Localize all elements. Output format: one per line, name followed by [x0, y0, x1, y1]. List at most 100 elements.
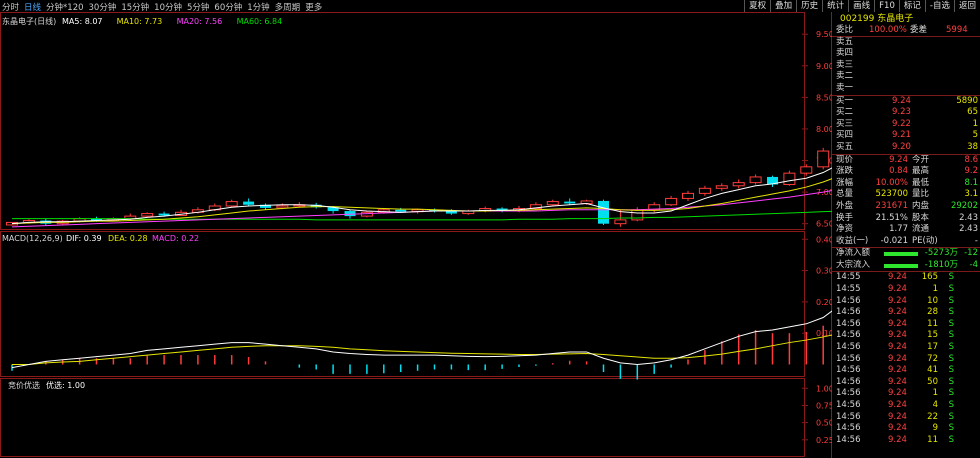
flow-bar — [884, 263, 918, 268]
stat-value: 8.1 — [964, 177, 978, 188]
trade-side: S — [948, 434, 954, 445]
stat-value: - — [974, 235, 978, 246]
trade-time: 14:56 — [836, 376, 861, 387]
stat-label: 净资 — [836, 224, 854, 235]
candle-body — [749, 176, 762, 184]
stat-row: 涨跌 0.84 最高 9.2 — [832, 166, 980, 178]
stat-label: 总量 — [836, 189, 854, 200]
trade-side: S — [948, 284, 954, 295]
trade-time: 14:56 — [836, 434, 861, 445]
flow-row: 净流入额 -5273万 -12 — [832, 248, 980, 260]
order-label: 卖一 — [836, 82, 854, 93]
candle-body — [682, 192, 694, 199]
trade-row: 14:56 9.24 9 S — [832, 423, 980, 435]
trade-price: 9.24 — [888, 411, 907, 422]
buy-order-row: 买一 9.24 5890 — [832, 96, 980, 108]
order-label: 买一 — [836, 95, 854, 106]
macd-lines — [11, 310, 832, 369]
candle-body — [698, 187, 711, 194]
trade-volume: 165 — [921, 272, 938, 283]
tool-button[interactable]: F10 — [874, 0, 899, 12]
trade-side: S — [948, 365, 954, 376]
order-diff-label: 委差 — [910, 25, 928, 35]
flow-label: 大宗流入 — [836, 259, 871, 270]
quote-stats: 现价 9.24 今开 8.6 涨跌 0.84 最高 9.2 涨幅 10.00% 最低 8.1 总量 523… — [832, 155, 980, 249]
trade-row: 14:56 9.24 22 S — [832, 412, 980, 424]
candle-body — [598, 200, 609, 224]
tool-button[interactable]: 返回 — [953, 0, 980, 12]
order-label: 卖三 — [836, 59, 854, 70]
order-price: 9.24 — [892, 95, 911, 106]
tool-button[interactable]: -自选 — [924, 0, 954, 12]
bid-tick-label: 1.00 — [816, 384, 832, 393]
order-diff-value: 5994 — [946, 25, 968, 35]
trade-row: 14:56 9.24 50 S — [832, 377, 980, 389]
ma-legend: MA10: 7.73 — [117, 17, 163, 26]
stat-row: 净资 1.77 流通 2.43 — [832, 224, 980, 236]
trade-price: 9.24 — [888, 342, 907, 353]
stat-value: 523700 — [875, 189, 908, 200]
order-volume: 38 — [967, 141, 978, 152]
dif-line — [11, 310, 832, 369]
candlestick-series — [6, 147, 830, 227]
trade-row: 14:55 9.24 165 S — [832, 272, 980, 284]
bid-title: 竞价优选 — [8, 380, 40, 390]
stat-label: 现价 — [836, 154, 854, 165]
candle-body — [614, 219, 627, 225]
stat-value: -0.021 — [880, 235, 908, 246]
flow-pct: -12 — [964, 248, 978, 259]
flow-pct: -4 — [969, 259, 978, 270]
stat-value: 9.24 — [889, 154, 908, 165]
chart-legends: 东晶电子(日线) MA5: 8.07 MA10: 7.73 MA20: 7.56 MA6… — [2, 16, 282, 390]
order-ratio-row: 委比 100.00% 委差 5994 — [832, 25, 980, 37]
trade-price: 9.24 — [888, 284, 907, 295]
bid-tick-label: 0.25 — [816, 436, 832, 445]
stat-label: 外盘 — [836, 200, 854, 211]
sell-order-row: 卖二 — [832, 71, 980, 83]
price-axis: 9.509.008.508.007.507.006.500.400.300.20… — [816, 30, 832, 445]
stat-row: 收益(一) -0.021 PE(动) - — [832, 236, 980, 248]
macd-tick-label: 0.30 — [816, 267, 832, 276]
price-tick-label: 8.00 — [816, 125, 832, 134]
order-label: 卖四 — [836, 48, 854, 59]
trade-row: 14:56 9.24 72 S — [832, 354, 980, 366]
tool-button[interactable]: 画线 — [848, 0, 874, 12]
order-ratio-label: 委比 — [836, 25, 854, 35]
order-volume: 5890 — [956, 95, 978, 106]
trade-side: S — [948, 423, 954, 434]
candle-body — [141, 213, 154, 217]
trade-volume: 17 — [927, 342, 938, 353]
trade-price: 9.24 — [888, 423, 907, 434]
trade-time: 14:55 — [836, 284, 861, 295]
trade-volume: 10 — [927, 295, 938, 306]
sell-order-row: 卖一 — [832, 83, 980, 95]
trade-price: 9.24 — [888, 353, 907, 364]
trade-row: 14:56 9.24 11 S — [832, 435, 980, 447]
trade-side: S — [948, 400, 954, 410]
order-volume: 1 — [972, 118, 978, 129]
order-label: 买三 — [836, 118, 854, 129]
trade-side: S — [948, 318, 954, 329]
dea-legend: DEA: 0.28 — [108, 234, 148, 243]
quote-panel: 002199 东晶电子 委比 100.00% 委差 5994 卖五 卖四 卖三 卖二卖… — [832, 13, 980, 458]
trade-time: 14:56 — [836, 388, 861, 399]
order-label: 买二 — [836, 107, 854, 118]
trade-side: S — [948, 307, 954, 318]
stat-label: 收益(一) — [836, 235, 869, 246]
trade-time: 14:56 — [836, 423, 861, 434]
sell-order-row: 卖三 — [832, 60, 980, 72]
dea-line — [12, 334, 832, 365]
candle-body — [665, 197, 678, 206]
trade-volume: 9 — [932, 423, 938, 434]
order-volume: 5 — [972, 130, 978, 141]
candle-body — [546, 201, 559, 206]
trade-price: 9.24 — [888, 330, 907, 341]
trade-volume: 11 — [927, 318, 938, 329]
tool-button[interactable]: 标记 — [898, 0, 925, 12]
trade-price: 9.24 — [888, 376, 907, 387]
stat-value: 2.43 — [959, 224, 978, 235]
macd-title: MACD(12,26,9) — [2, 234, 63, 243]
order-label: 买四 — [836, 130, 854, 141]
stat-value: 1.77 — [889, 224, 908, 235]
trade-time: 14:56 — [836, 411, 861, 422]
